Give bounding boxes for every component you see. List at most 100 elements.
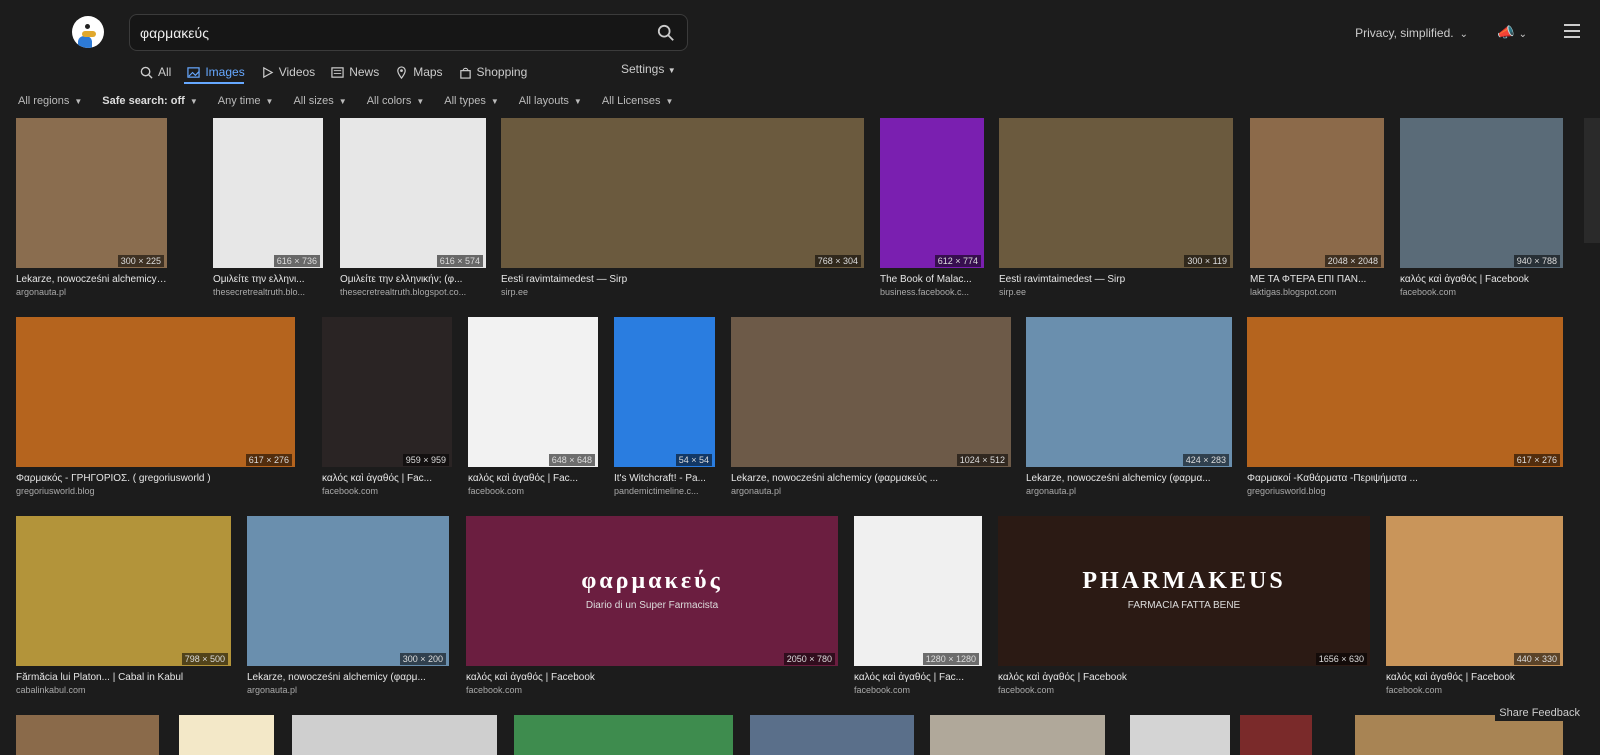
result-thumbnail[interactable]: 300 × 225 [16, 118, 167, 268]
result-thumbnail[interactable]: PHARMAKEUSFARMACIA FATTA BENE1656 × 630 [998, 516, 1370, 666]
result-domain[interactable]: gregoriusworld.blog [16, 486, 295, 496]
tab-shopping[interactable]: Shopping [459, 60, 528, 84]
result-title[interactable]: Φαρμακοί -Καθάρματα -Περιψήματα ... [1247, 473, 1563, 484]
megaphone-icon[interactable]: 📣 ⌄ [1497, 24, 1527, 41]
result-thumbnail[interactable] [514, 715, 733, 755]
result-thumbnail[interactable]: 1280 × 1280 [854, 516, 982, 666]
result-thumbnail[interactable]: 612 × 774 [880, 118, 984, 268]
result-thumbnail[interactable] [292, 715, 497, 755]
result-thumbnail[interactable]: 2048 × 2048 [1250, 118, 1384, 268]
result-title[interactable]: καλός καὶ ἀγαθός | Fac... [854, 672, 982, 683]
result-title[interactable]: Eesti ravimtaimedest — Sirp [501, 274, 864, 285]
filter-all-colors[interactable]: All colors▼ [367, 95, 425, 107]
result-title[interactable]: Ομιλείτε την ελληνι... [213, 274, 323, 285]
result-thumbnail[interactable]: 768 × 304 [501, 118, 864, 268]
result-thumbnail[interactable]: 440 × 330 [1386, 516, 1563, 666]
result-title[interactable]: καλός καὶ ἀγαθός | Facebook [1400, 274, 1563, 285]
result-thumbnail[interactable] [16, 715, 159, 755]
result-thumbnail[interactable] [179, 715, 274, 755]
result-domain[interactable]: argonauta.pl [16, 287, 167, 297]
result-domain[interactable]: argonauta.pl [1026, 486, 1232, 496]
result-thumbnail[interactable]: 300 × 119 [999, 118, 1233, 268]
result-thumbnail[interactable] [1130, 715, 1230, 755]
search-input[interactable] [140, 15, 640, 50]
result-thumbnail[interactable]: 300 × 200 [247, 516, 449, 666]
result-title[interactable]: καλός καὶ ἀγαθός | Facebook [998, 672, 1370, 683]
settings-dropdown[interactable]: Settings ▼ [621, 62, 676, 76]
result-thumbnail[interactable] [1240, 715, 1312, 755]
result-domain[interactable]: gregoriusworld.blog [1247, 486, 1563, 496]
result-title[interactable]: καλός καὶ ἀγαθός | Fac... [468, 473, 598, 484]
result-title[interactable]: Lekarze, nowocześni alchemicy (φαρμα... [1026, 473, 1232, 484]
filter-any-time[interactable]: Any time▼ [218, 95, 274, 107]
scrollbar[interactable] [1584, 118, 1600, 243]
result-thumbnail[interactable]: φαρμακεύςDiario di un Super Farmacista20… [466, 516, 838, 666]
result-domain[interactable]: facebook.com [468, 486, 598, 496]
result-domain[interactable]: business.facebook.c... [880, 287, 984, 297]
filter-all-types[interactable]: All types▼ [444, 95, 499, 107]
filter-all-regions[interactable]: All regions▼ [18, 95, 82, 107]
filter-all-layouts[interactable]: All layouts▼ [519, 95, 582, 107]
result-title[interactable]: It's Witchcraft! - Pa... [614, 473, 715, 484]
result-thumbnail[interactable]: 54 × 54 [614, 317, 715, 467]
result-domain[interactable]: thesecretrealtruth.blo... [213, 287, 323, 297]
filter-all-sizes[interactable]: All sizes▼ [293, 95, 346, 107]
tab-maps[interactable]: Maps [395, 60, 442, 84]
result-thumbnail[interactable] [930, 715, 1105, 755]
result-title[interactable]: The Book of Malac... [880, 274, 984, 285]
result-domain[interactable]: argonauta.pl [247, 685, 449, 695]
result-thumbnail[interactable]: 940 × 788 [1400, 118, 1563, 268]
result-domain[interactable]: cabalinkabul.com [16, 685, 231, 695]
result-title[interactable]: Lekarze, nowocześni alchemicy (φαρμ... [247, 672, 449, 683]
result-thumbnail[interactable]: 617 × 276 [16, 317, 295, 467]
filter-safe-search-off[interactable]: Safe search: off▼ [102, 95, 197, 107]
tab-videos[interactable]: Videos [261, 60, 315, 84]
result-domain[interactable]: sirp.ee [999, 287, 1233, 297]
result-title[interactable]: Eesti ravimtaimedest — Sirp [999, 274, 1233, 285]
search-icon[interactable] [657, 24, 675, 42]
result-thumbnail[interactable]: 1024 × 512 [731, 317, 1011, 467]
result-title[interactable]: ΜΕ ΤΑ ΦΤΕΡΑ ΕΠΙ ΠΑΝ... [1250, 274, 1384, 285]
privacy-menu[interactable]: Privacy, simplified.⌄ [1355, 26, 1468, 40]
tab-images[interactable]: Images [187, 60, 244, 84]
thumbnail-subcaption: FARMACIA FATTA BENE [998, 600, 1370, 611]
result-title[interactable]: Ομιλείτε την ελληνικήν; (φ... [340, 274, 486, 285]
result-thumbnail[interactable]: 648 × 648 [468, 317, 598, 467]
result-domain[interactable]: facebook.com [466, 685, 838, 695]
tab-label: Maps [413, 65, 442, 79]
result-thumbnail[interactable] [750, 715, 914, 755]
result-domain[interactable]: facebook.com [322, 486, 452, 496]
result-domain[interactable]: laktigas.blogspot.com [1250, 287, 1384, 297]
result-domain[interactable]: argonauta.pl [731, 486, 1011, 496]
result-title[interactable]: Lekarze, nowocześni alchemicy (φα... [16, 274, 167, 285]
duckduckgo-logo[interactable] [72, 16, 104, 48]
result-title[interactable]: καλός καὶ ἀγαθός | Facebook [466, 672, 838, 683]
result-title[interactable]: Φαρμακός - ΓΡΗΓΟΡΙΟΣ. ( gregoriusworld ) [16, 473, 295, 484]
tab-news[interactable]: News [331, 60, 379, 84]
image-icon [187, 66, 200, 79]
result-domain[interactable]: facebook.com [1400, 287, 1563, 297]
result-domain[interactable]: thesecretrealtruth.blogspot.co... [340, 287, 486, 297]
tab-all[interactable]: All [140, 60, 171, 84]
result-thumbnail[interactable]: 959 × 959 [322, 317, 452, 467]
result-thumbnail[interactable]: 424 × 283 [1026, 317, 1232, 467]
result-title[interactable]: Lekarze, nowocześni alchemicy (φαρμακεύς… [731, 473, 1011, 484]
filter-all-licenses[interactable]: All Licenses▼ [602, 95, 674, 107]
image-dimensions: 959 × 959 [403, 454, 449, 466]
result-domain[interactable]: pandemictimeline.c... [614, 486, 715, 496]
result-thumbnail[interactable]: 617 × 276 [1247, 317, 1563, 467]
result-thumbnail[interactable]: 616 × 736 [213, 118, 323, 268]
result-domain[interactable]: facebook.com [854, 685, 982, 695]
result-title[interactable]: καλός καὶ ἀγαθός | Facebook [1386, 672, 1563, 683]
result-thumbnail[interactable]: 798 × 500 [16, 516, 231, 666]
bag-icon [459, 66, 472, 79]
result-thumbnail[interactable] [1355, 715, 1563, 755]
result-title[interactable]: καλός καὶ ἀγαθός | Fac... [322, 473, 452, 484]
result-domain[interactable]: facebook.com [998, 685, 1370, 695]
result-title[interactable]: Fărmăcia lui Platon... | Cabal in Kabul [16, 672, 231, 683]
result-thumbnail[interactable]: 616 × 574 [340, 118, 486, 268]
share-feedback-button[interactable]: Share Feedback [1495, 705, 1584, 721]
hamburger-menu-icon[interactable] [1564, 24, 1580, 38]
result-domain[interactable]: sirp.ee [501, 287, 864, 297]
result-domain[interactable]: facebook.com [1386, 685, 1563, 695]
